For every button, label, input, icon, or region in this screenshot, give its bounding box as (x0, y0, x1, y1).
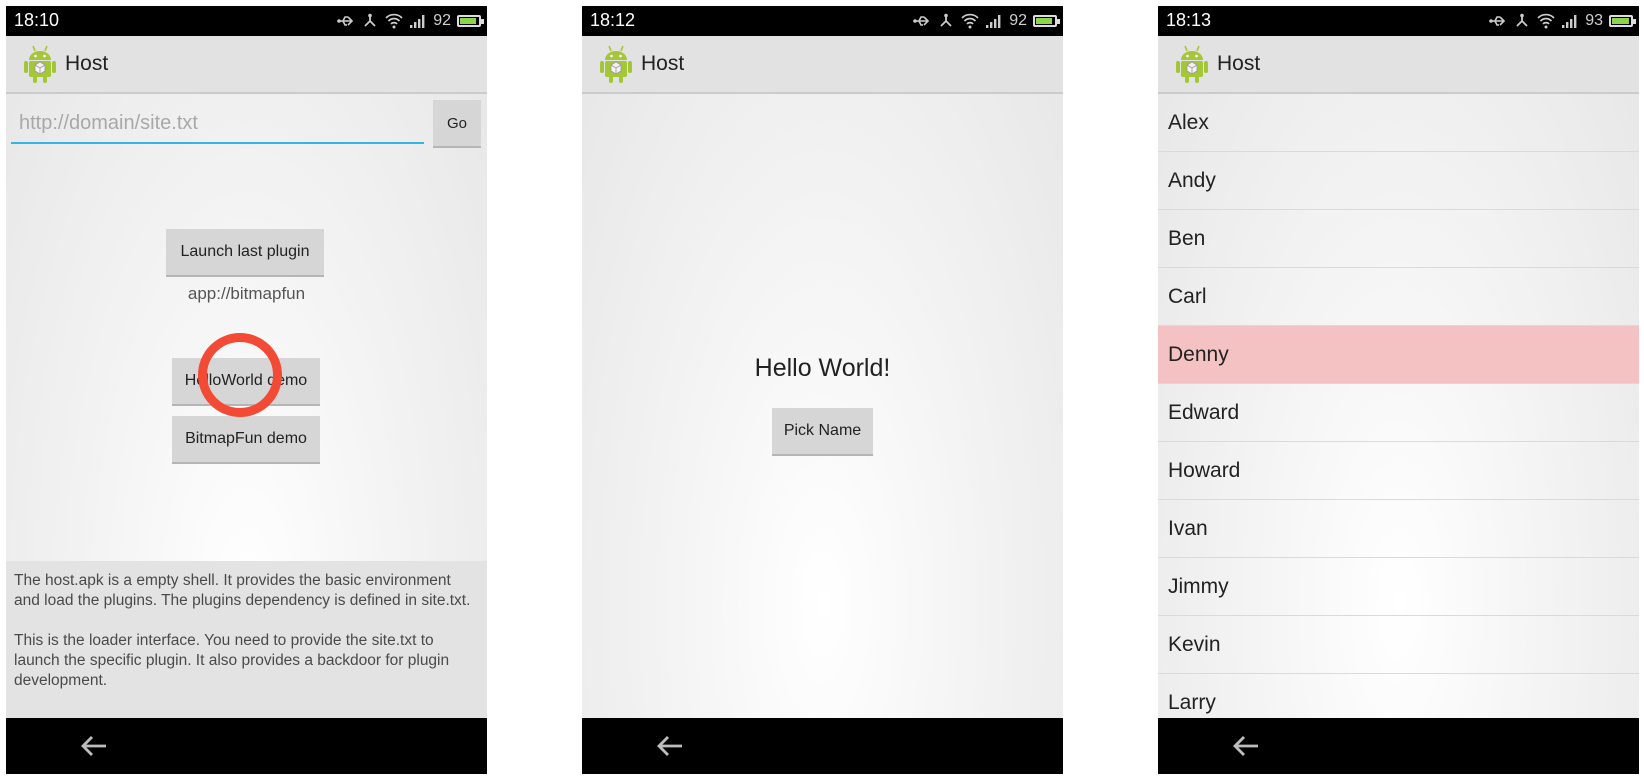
bitmapfun-demo-button[interactable]: BitmapFun demo (172, 416, 320, 464)
battery-percentage: 93 (1585, 12, 1603, 29)
status-time: 18:13 (1166, 10, 1212, 30)
list-item[interactable]: Edward (1158, 384, 1639, 442)
list-item[interactable]: Ben (1158, 210, 1639, 268)
list-item[interactable]: Denny (1158, 326, 1639, 384)
action-bar: Host (6, 36, 487, 94)
phone-screen-name-list: 18:13 93 Host Alex Andy Ben Carl Denny E… (1158, 6, 1639, 774)
battery-icon (1033, 15, 1060, 27)
info-paragraph: The host.apk is a empty shell. It provid… (14, 572, 471, 609)
phone-screen-host-loader: 18:10 92 Host Go Launch last plugin app:… (6, 6, 487, 774)
back-arrow-icon[interactable] (1228, 732, 1264, 760)
signal-icon (1561, 12, 1579, 30)
battery-icon (1609, 15, 1636, 27)
list-item[interactable]: Ivan (1158, 500, 1639, 558)
status-time: 18:10 (14, 10, 60, 30)
status-bar: 18:12 92 (582, 6, 1063, 36)
battery-icon (457, 15, 484, 27)
signal-icon (985, 12, 1003, 30)
status-time: 18:12 (590, 10, 636, 30)
name-list: Alex Andy Ben Carl Denny Edward Howard I… (1158, 94, 1639, 718)
last-plugin-url: app://bitmapfun (187, 284, 306, 303)
status-icons: 93 (1489, 12, 1636, 30)
pick-name-button[interactable]: Pick Name (772, 408, 873, 456)
list-item[interactable]: Larry (1158, 674, 1639, 718)
debug-icon (361, 12, 379, 30)
list-item[interactable]: Howard (1158, 442, 1639, 500)
usb-icon (337, 12, 355, 30)
wifi-icon (385, 12, 403, 30)
status-icons: 92 (913, 12, 1060, 30)
phone-screen-hello-world: 18:12 92 Host Hello World! Pick Name (582, 6, 1063, 774)
app-title: Host (65, 52, 109, 75)
info-paragraph: This is the loader interface. You need t… (14, 632, 450, 689)
list-item[interactable]: Carl (1158, 268, 1639, 326)
back-arrow-icon[interactable] (652, 732, 688, 760)
action-bar: Host (582, 36, 1063, 94)
usb-icon (913, 12, 931, 30)
go-button[interactable]: Go (433, 100, 481, 148)
action-bar: Host (1158, 36, 1639, 94)
android-robot-icon (1176, 45, 1208, 83)
hello-world-text: Hello World! (754, 354, 891, 382)
battery-percentage: 92 (1009, 12, 1027, 29)
list-item[interactable]: Andy (1158, 152, 1639, 210)
helloworld-demo-button[interactable]: HelloWorld demo (172, 358, 320, 406)
info-panel: The host.apk is a empty shell. It provid… (6, 561, 487, 718)
list-item[interactable]: Kevin (1158, 616, 1639, 674)
navigation-bar (582, 718, 1063, 774)
navigation-bar (1158, 718, 1639, 774)
url-input[interactable] (11, 104, 424, 144)
back-arrow-icon[interactable] (76, 732, 112, 760)
status-icons: 92 (337, 12, 484, 30)
wifi-icon (961, 12, 979, 30)
usb-icon (1489, 12, 1507, 30)
app-title: Host (1217, 52, 1261, 75)
android-robot-icon (24, 45, 56, 83)
list-item[interactable]: Jimmy (1158, 558, 1639, 616)
android-robot-icon (600, 45, 632, 83)
launch-last-plugin-button[interactable]: Launch last plugin (166, 229, 324, 277)
status-bar: 18:13 93 (1158, 6, 1639, 36)
battery-percentage: 92 (433, 12, 451, 29)
wifi-icon (1537, 12, 1555, 30)
app-title: Host (641, 52, 685, 75)
signal-icon (409, 12, 427, 30)
debug-icon (937, 12, 955, 30)
debug-icon (1513, 12, 1531, 30)
navigation-bar (6, 718, 487, 774)
status-bar: 18:10 92 (6, 6, 487, 36)
list-item[interactable]: Alex (1158, 94, 1639, 152)
